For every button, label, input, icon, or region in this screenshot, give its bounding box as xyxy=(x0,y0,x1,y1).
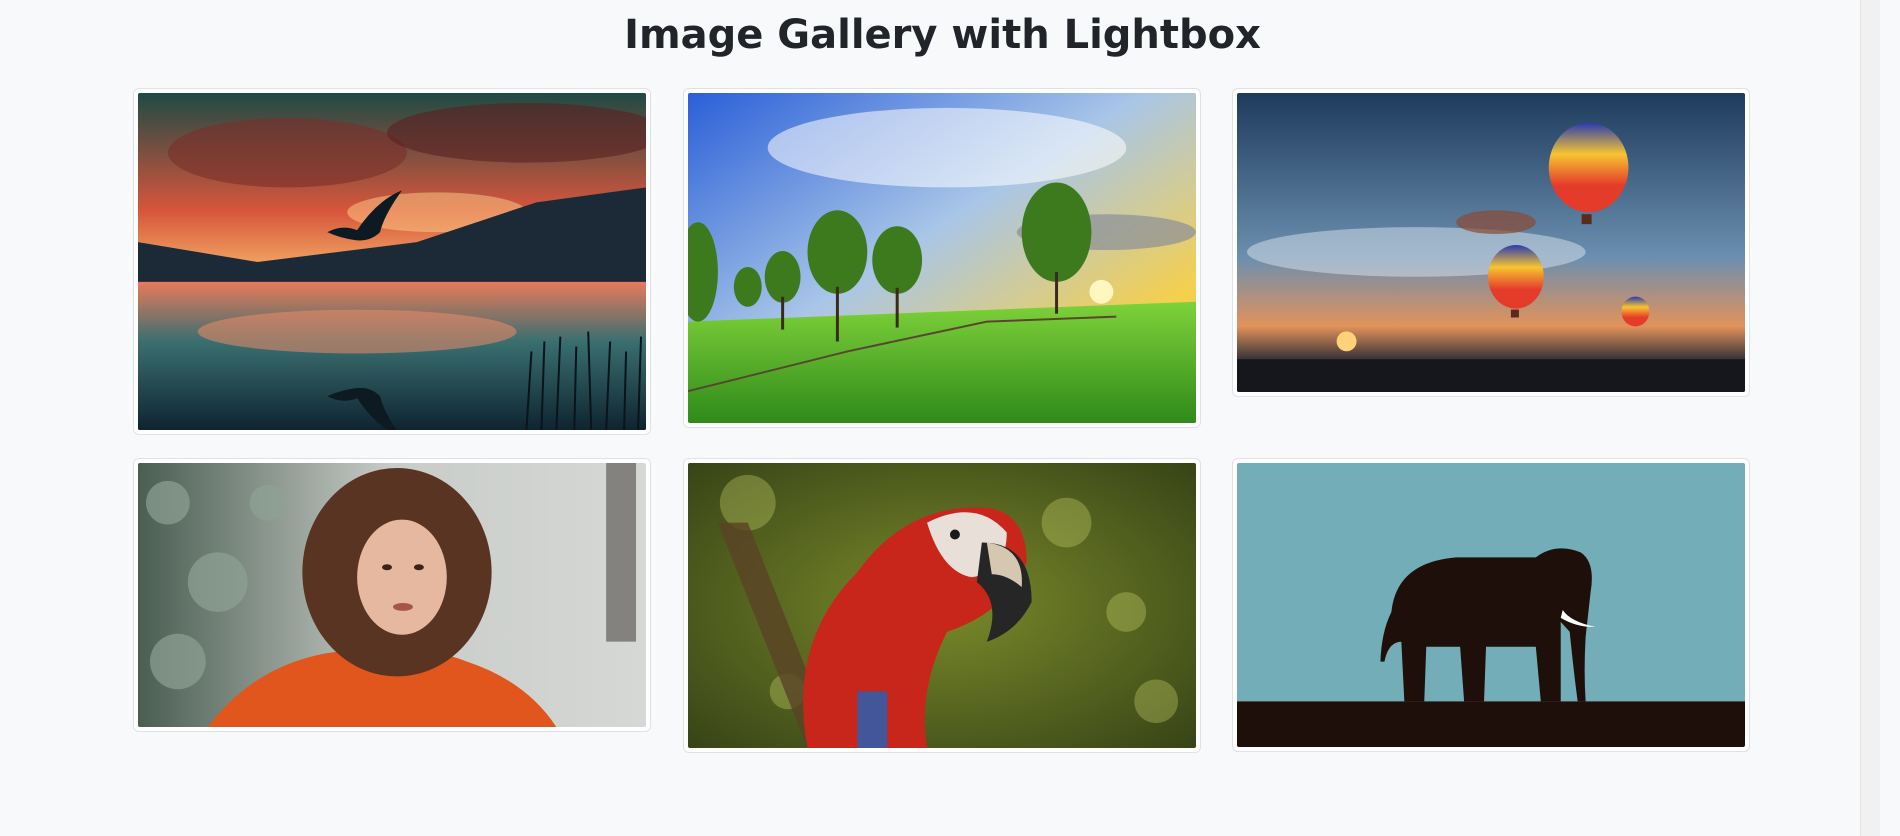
gallery-thumbnail-4[interactable] xyxy=(133,458,651,732)
hot-air-balloons-image xyxy=(1237,93,1745,392)
vertical-scrollbar[interactable] xyxy=(1860,0,1880,836)
gallery-thumbnail-5[interactable] xyxy=(683,458,1201,753)
gallery-thumbnail-3[interactable] xyxy=(1232,88,1750,397)
red-macaw-parrot-image xyxy=(688,463,1196,748)
curly-hair-woman-image xyxy=(138,463,646,727)
gallery-thumbnail-2[interactable] xyxy=(683,88,1201,428)
page-title: Image Gallery with Lightbox xyxy=(624,12,1261,58)
elephant-silhouette-image xyxy=(1237,463,1745,747)
gallery-page: Image Gallery with Lightbox xyxy=(0,0,1880,836)
gallery-thumbnail-6[interactable] xyxy=(1232,458,1750,752)
meadow-trees-sunrise-image xyxy=(688,93,1196,423)
gallery-thumbnail-1[interactable] xyxy=(133,88,651,435)
sunset-bird-lake-image xyxy=(138,93,646,430)
